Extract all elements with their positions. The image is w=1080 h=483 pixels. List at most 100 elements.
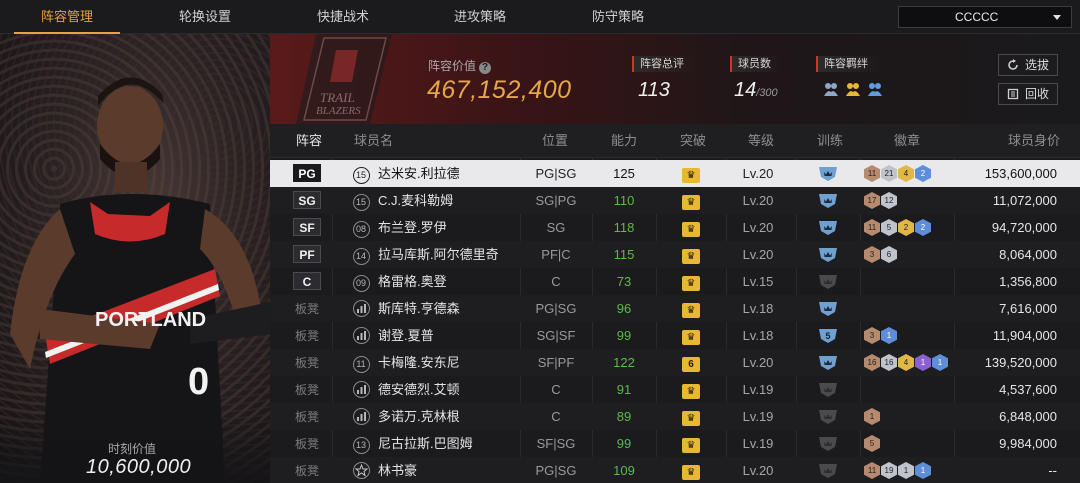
badge-hex: 16 (881, 354, 897, 371)
breakthrough-cell[interactable]: ♛ (682, 322, 702, 349)
lineup-slot[interactable]: C (292, 268, 322, 295)
header-ability[interactable]: 能力 (611, 124, 637, 158)
header-badges[interactable]: 徽章 (894, 124, 920, 158)
tab-quick-tactics[interactable]: 快捷战术 (290, 0, 396, 34)
player-name[interactable]: 格雷格.奥登 (378, 268, 538, 295)
header-training[interactable]: 训练 (817, 124, 843, 158)
table-row[interactable]: C 09 格雷格.奥登 C 73 ♛ Lv.15 1,356,800 (270, 268, 1080, 295)
training-cell[interactable] (818, 430, 842, 457)
help-icon[interactable]: ? (479, 62, 492, 74)
header-breakthrough[interactable]: 突破 (680, 124, 706, 158)
header-player-name[interactable]: 球员名 (354, 124, 393, 158)
breakthrough-cell[interactable]: ♛ (682, 403, 702, 430)
badges-cell[interactable]: 5 (864, 430, 880, 457)
lineup-bond-label: 阵容羁绊 (816, 56, 882, 72)
badge-hex: 3 (864, 327, 880, 344)
training-cell[interactable] (818, 241, 842, 268)
player-name[interactable]: 谢登.夏普 (378, 322, 538, 349)
player-name[interactable]: 德安德烈.艾顿 (378, 376, 538, 403)
badges-cell[interactable]: 11 19 1 1 (864, 457, 931, 483)
lineup-slot[interactable]: 板凳 (292, 295, 322, 322)
bond-icon-2[interactable] (844, 80, 862, 98)
player-name[interactable]: 达米安.利拉德 (378, 160, 538, 187)
lineup-slot[interactable]: SG (292, 187, 322, 214)
bond-icon-3[interactable] (866, 80, 884, 98)
bond-icon-1[interactable] (822, 80, 840, 98)
training-cell[interactable] (818, 295, 842, 322)
table-row[interactable]: 板凳 13 尼古拉斯.巴图姆 SF|SG 99 ♛ Lv.19 5 9,984,000 (270, 430, 1080, 457)
tab-defense-strategy[interactable]: 防守策略 (565, 0, 671, 34)
table-row[interactable]: 板凳 斯库特.亨德森 PG|SG 96 ♛ Lv.18 7,616,000 (270, 295, 1080, 322)
training-cell[interactable] (818, 187, 842, 214)
player-level: Lv.18 (742, 328, 774, 343)
breakthrough-cell[interactable]: ♛ (682, 268, 702, 295)
player-name[interactable]: 尼古拉斯.巴图姆 (378, 430, 538, 457)
badge-hex: 4 (898, 354, 914, 371)
lineup-slot[interactable]: PF (292, 241, 322, 268)
team-dropdown[interactable]: CCCCC (898, 6, 1072, 28)
player-salary: 94,720,000 (991, 220, 1057, 235)
recycle-button[interactable]: 回收 (998, 83, 1058, 105)
table-row[interactable]: 板凳 多诺万.克林根 C 89 ♛ Lv.19 1 6,848,000 (270, 403, 1080, 430)
table-row[interactable]: SF 08 布兰登.罗伊 SG 118 ♛ Lv.20 11 5 2 2 94,720,000 (270, 214, 1080, 241)
lineup-rating: 113 (638, 79, 670, 101)
breakthrough-cell[interactable]: ♛ (682, 430, 702, 457)
badges-cell[interactable]: 1 (864, 403, 880, 430)
lineup-slot[interactable]: 板凳 (292, 376, 322, 403)
badges-cell[interactable]: 16 16 4 1 1 (864, 349, 948, 376)
badges-cell[interactable]: 36 (864, 241, 897, 268)
table-row[interactable]: PF 14 拉马库斯.阿尔德里奇 PF|C 115 ♛ Lv.20 3 6 8,064,000 (270, 241, 1080, 268)
player-position: C (551, 274, 561, 289)
player-name[interactable]: 拉马库斯.阿尔德里奇 (378, 241, 538, 268)
lineup-slot[interactable]: PG (292, 160, 322, 187)
player-portrait-panel[interactable]: PORTLAND 0 时刻价值 10,600,000 (0, 34, 270, 483)
table-row[interactable]: 板凳 11 卡梅隆.安东尼 SF|PF 122 6 Lv.20 16 16 4 1 1 139,520,… (270, 349, 1080, 376)
bond-icons[interactable] (822, 80, 884, 102)
table-row[interactable]: 板凳 林书豪 PG|SG 109 ♛ Lv.20 11 19 1 1 -- (270, 457, 1080, 483)
breakthrough-cell[interactable]: ♛ (682, 214, 702, 241)
player-name[interactable]: 多诺万.克林根 (378, 403, 538, 430)
badges-cell[interactable]: 11 21 4 2 (864, 160, 931, 187)
badges-cell[interactable]: 17 12 (864, 187, 897, 214)
header-salary[interactable]: 球员身价 (1008, 124, 1060, 158)
training-cell[interactable] (818, 457, 842, 483)
breakthrough-cell[interactable]: ♛ (682, 160, 702, 187)
header-lineup[interactable]: 阵容 (296, 124, 322, 158)
breakthrough-cell[interactable]: 6 (682, 349, 702, 376)
header-position[interactable]: 位置 (542, 124, 568, 158)
breakthrough-cell[interactable]: ♛ (682, 457, 702, 483)
select-player-button[interactable]: 选拔 (998, 54, 1058, 76)
training-cell[interactable]: 5 (818, 322, 842, 349)
training-cell[interactable] (818, 214, 842, 241)
breakthrough-cell[interactable]: ♛ (682, 187, 702, 214)
tab-lineup-management[interactable]: 阵容管理 (14, 0, 120, 34)
player-name[interactable]: C.J.麦科勒姆 (378, 187, 538, 214)
breakthrough-cell[interactable]: ♛ (682, 295, 702, 322)
lineup-slot[interactable]: 板凳 (292, 322, 322, 349)
header-level[interactable]: 等级 (748, 124, 774, 158)
lineup-slot[interactable]: SF (292, 214, 322, 241)
breakthrough-cell[interactable]: ♛ (682, 376, 702, 403)
player-name[interactable]: 卡梅隆.安东尼 (378, 349, 538, 376)
lineup-slot[interactable]: 板凳 (292, 403, 322, 430)
table-row[interactable]: PG 15 达米安.利拉德 PG|SG 125 ♛ Lv.20 11 21 4 2 153,600,0… (270, 160, 1080, 187)
training-cell[interactable] (818, 268, 842, 295)
training-cell[interactable] (818, 160, 842, 187)
training-cell[interactable] (818, 349, 842, 376)
training-cell[interactable] (818, 403, 842, 430)
table-row[interactable]: 板凳 德安德烈.艾顿 C 91 ♛ Lv.19 4,537,600 (270, 376, 1080, 403)
badges-cell[interactable]: 11 5 2 2 (864, 214, 931, 241)
player-name[interactable]: 林书豪 (378, 457, 538, 483)
tab-offense-strategy[interactable]: 进攻策略 (427, 0, 533, 34)
lineup-slot[interactable]: 板凳 (292, 457, 322, 483)
breakthrough-cell[interactable]: ♛ (682, 241, 702, 268)
player-name[interactable]: 布兰登.罗伊 (378, 214, 538, 241)
badges-cell[interactable]: 31 (864, 322, 897, 349)
lineup-slot[interactable]: 板凳 (292, 349, 322, 376)
table-row[interactable]: SG 15 C.J.麦科勒姆 SG|PG 110 ♛ Lv.20 17 12 11,072,000 (270, 187, 1080, 214)
table-row[interactable]: 板凳 谢登.夏普 SG|SF 99 ♛ Lv.18 5 3 1 11,904,000 (270, 322, 1080, 349)
lineup-slot[interactable]: 板凳 (292, 430, 322, 457)
tab-rotation-settings[interactable]: 轮换设置 (152, 0, 258, 34)
training-cell[interactable] (818, 376, 842, 403)
player-name[interactable]: 斯库特.亨德森 (378, 295, 538, 322)
